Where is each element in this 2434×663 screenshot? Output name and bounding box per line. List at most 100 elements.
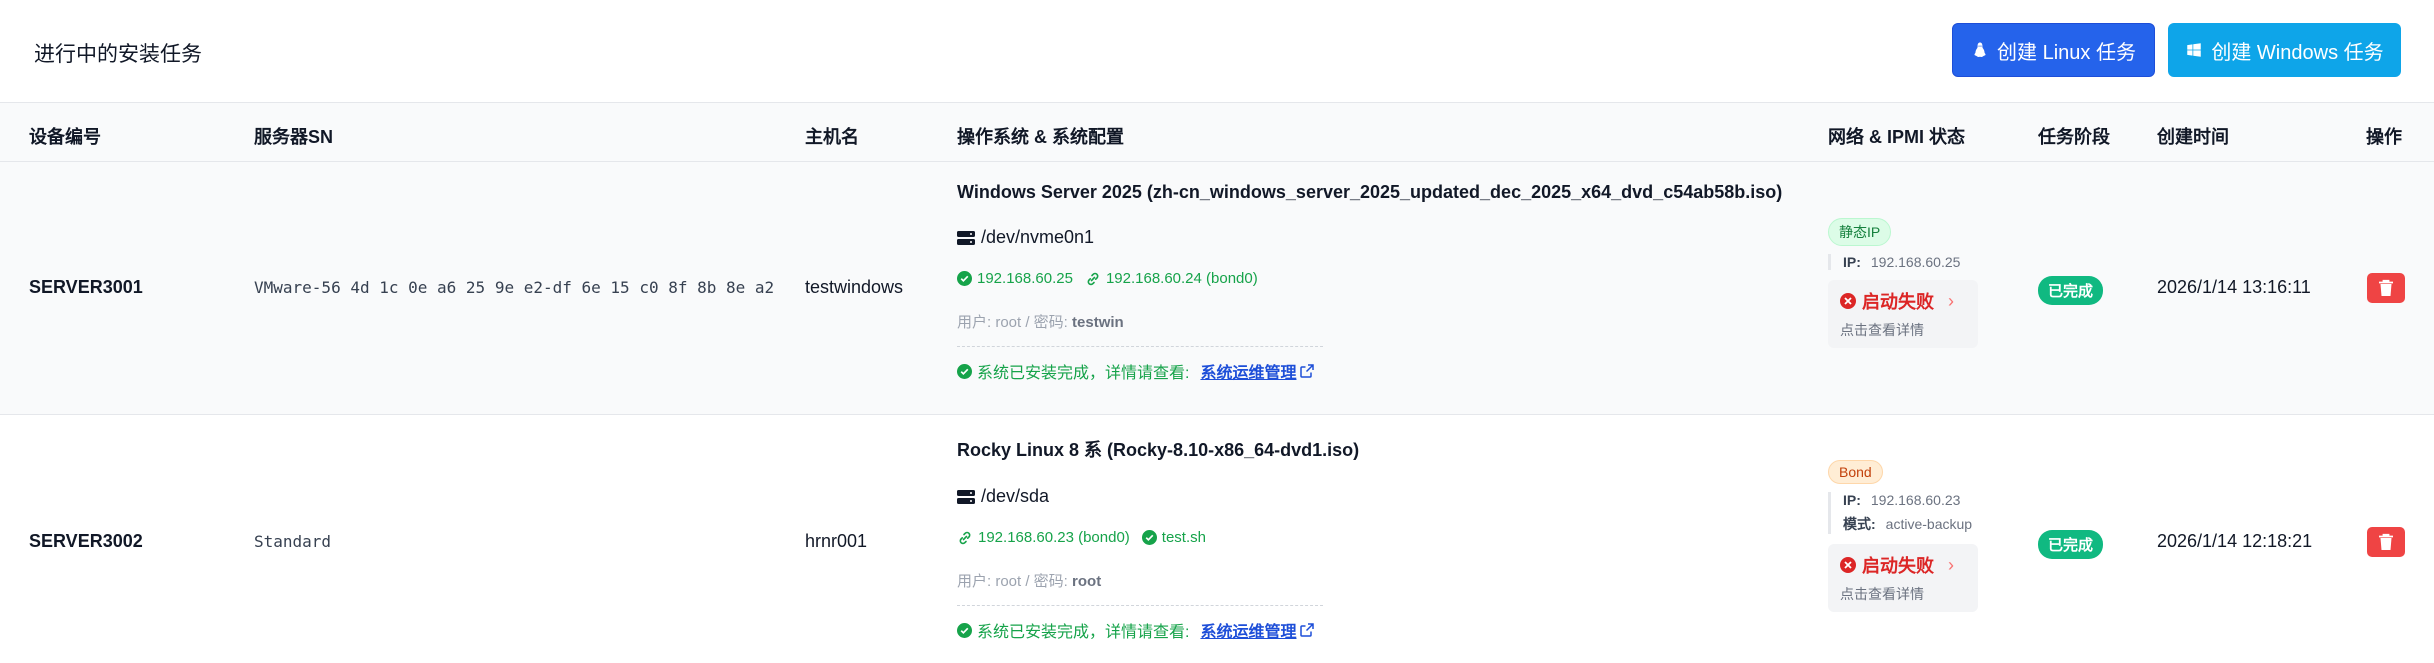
net-mode-badge: 静态IP: [1828, 218, 1892, 246]
ipmi-ip-label: IP:: [1843, 254, 1861, 270]
boot-status-box[interactable]: 启动失败 › 点击查看详情: [1828, 544, 1978, 612]
ipmi-info: IP: 192.168.60.25: [1828, 254, 1978, 270]
task-stage: 已完成: [2038, 276, 2104, 305]
credentials-label: 用户: root / 密码:: [957, 314, 1068, 331]
script-name: test.sh: [1161, 529, 1206, 546]
error-icon: [1840, 557, 1856, 573]
net-mode-badge: Bond: [1828, 460, 1883, 484]
create-windows-task-label: 创建 Windows 任务: [2211, 41, 2384, 64]
password-value: root: [1072, 573, 1102, 590]
windows-icon: [2187, 43, 2202, 57]
column-created-time[interactable]: 创建时间: [2157, 123, 2229, 149]
ipmi-mode-line: 模式: active-backup: [1843, 514, 1978, 534]
os-title: Rocky Linux 8 系 (Rocky-8.10-x86_64-dvd1.…: [957, 440, 1360, 460]
external-link-icon: [1300, 364, 1315, 378]
credentials: 用户: root / 密码: root: [957, 570, 1359, 591]
os-config: Rocky Linux 8 系 (Rocky-8.10-x86_64-dvd1.…: [957, 436, 1359, 642]
ipmi-ip: 192.168.60.23: [1870, 492, 1961, 508]
bond-ip: 192.168.60.23 (bond0): [978, 529, 1130, 546]
server-sn: Standard: [254, 532, 332, 551]
delete-button[interactable]: [2367, 527, 2405, 557]
install-done-line: 系统已安装完成，详情请查看: 系统运维管理: [957, 359, 1782, 383]
disk-icon: [957, 489, 975, 504]
ops-management-label: 系统运维管理: [1200, 624, 1297, 641]
table-row: SERVER3002 Standard hrnr001 Rocky Linux …: [0, 415, 2434, 663]
ipmi-info: IP: 192.168.60.23 模式: active-backup: [1828, 492, 1978, 534]
network-ipmi-status: 静态IP IP: 192.168.60.25 启动失败 › 点击查看详情: [1828, 218, 1978, 348]
install-done-text: 系统已安装完成，详情请查看:: [977, 624, 1190, 641]
table-header: 设备编号 服务器SN 主机名 操作系统 & 系统配置 网络 & IPMI 状态 …: [0, 103, 2434, 162]
stage-badge: 已完成: [2038, 530, 2104, 559]
disk-info: /dev/sda: [957, 486, 1359, 507]
column-server-sn[interactable]: 服务器SN: [254, 123, 333, 149]
disk-info: /dev/nvme0n1: [957, 227, 1782, 248]
page-header: 进行中的安装任务 创建 Linux 任务 创建 Windows 任务: [0, 0, 2434, 103]
boot-status-box[interactable]: 启动失败 › 点击查看详情: [1828, 280, 1978, 348]
boot-status: 启动失败 ›: [1840, 288, 1966, 314]
boot-status: 启动失败 ›: [1840, 552, 1966, 578]
install-done-text: 系统已安装完成，详情请查看:: [977, 365, 1190, 382]
server-sn: VMware-56 4d 1c 0e a6 25 9e e2-df 6e 15 …: [254, 278, 775, 297]
device-id: SERVER3001: [29, 277, 143, 297]
delete-button[interactable]: [2367, 273, 2405, 303]
trash-icon: [2379, 279, 2393, 296]
install-done-line: 系统已安装完成，详情请查看: 系统运维管理: [957, 618, 1359, 642]
ipmi-mode: active-backup: [1885, 516, 1973, 532]
boot-detail-hint: 点击查看详情: [1840, 586, 1924, 602]
os-config: Windows Server 2025 (zh-cn_windows_serve…: [957, 182, 1782, 383]
create-linux-task-label: 创建 Linux 任务: [1997, 41, 2136, 64]
boot-detail-hint: 点击查看详情: [1840, 322, 1924, 338]
table-row: SERVER3001 VMware-56 4d 1c 0e a6 25 9e e…: [0, 162, 2434, 415]
ip-address: 192.168.60.25: [977, 270, 1073, 287]
created-time: 2026/1/14 12:18:21: [2157, 531, 2313, 551]
created-time: 2026/1/14 13:16:11: [2157, 277, 2311, 297]
create-windows-task-button[interactable]: 创建 Windows 任务: [2168, 23, 2401, 77]
device-id: SERVER3002: [29, 531, 143, 551]
page-title: 进行中的安装任务: [34, 43, 202, 66]
boot-status-text: 启动失败: [1862, 556, 1934, 576]
os-title: Windows Server 2025 (zh-cn_windows_serve…: [957, 182, 1783, 202]
column-task-stage[interactable]: 任务阶段: [2038, 123, 2110, 149]
password-value: testwin: [1072, 314, 1124, 331]
ipmi-mode-label: 模式:: [1843, 516, 1876, 532]
column-device-id[interactable]: 设备编号: [29, 123, 101, 149]
check-circle-icon: [957, 363, 972, 379]
credentials-label: 用户: root / 密码:: [957, 573, 1068, 590]
check-circle-icon: [957, 622, 972, 638]
column-hostname[interactable]: 主机名: [805, 123, 859, 149]
ops-management-link[interactable]: 系统运维管理: [1200, 359, 1315, 383]
disk-path: /dev/nvme0n1: [981, 227, 1095, 247]
divider: [957, 605, 1323, 606]
divider: [957, 346, 1323, 347]
ipmi-ip-line: IP: 192.168.60.25: [1843, 254, 1978, 270]
boot-status-text: 启动失败: [1862, 292, 1934, 312]
trash-icon: [2379, 533, 2393, 550]
disk-path: /dev/sda: [981, 486, 1050, 506]
hostname: testwindows: [805, 277, 904, 297]
hostname: hrnr001: [805, 531, 868, 551]
check-circle-icon: [1141, 530, 1157, 545]
credentials: 用户: root / 密码: testwin: [957, 311, 1782, 332]
network-line: 192.168.60.23 (bond0) test.sh: [957, 529, 1359, 546]
error-icon: [1840, 293, 1856, 309]
linux-icon: [1974, 42, 1986, 57]
ipmi-ip-label: IP:: [1843, 492, 1861, 508]
chevron-right-icon: ›: [1948, 290, 1954, 311]
link-icon: [959, 531, 971, 544]
column-actions: 操作: [2366, 127, 2402, 147]
network-line: 192.168.60.25 192.168.60.24 (bond0): [957, 270, 1782, 287]
ops-management-label: 系统运维管理: [1200, 365, 1297, 382]
ipmi-ip: 192.168.60.25: [1870, 254, 1961, 270]
disk-icon: [957, 230, 975, 245]
create-linux-task-button[interactable]: 创建 Linux 任务: [1952, 23, 2155, 77]
check-circle-icon: [957, 271, 972, 286]
column-network-ipmi[interactable]: 网络 & IPMI 状态: [1828, 123, 1965, 149]
ops-management-link[interactable]: 系统运维管理: [1200, 618, 1315, 642]
external-link-icon: [1300, 623, 1315, 637]
link-icon: [1087, 272, 1099, 285]
chevron-right-icon: ›: [1948, 554, 1954, 575]
bond-ip: 192.168.60.24 (bond0): [1105, 270, 1258, 287]
task-stage: 已完成: [2038, 530, 2104, 559]
column-os-config[interactable]: 操作系统 & 系统配置: [957, 123, 1124, 149]
network-ipmi-status: Bond IP: 192.168.60.23 模式: active-backup 启…: [1828, 460, 1978, 612]
